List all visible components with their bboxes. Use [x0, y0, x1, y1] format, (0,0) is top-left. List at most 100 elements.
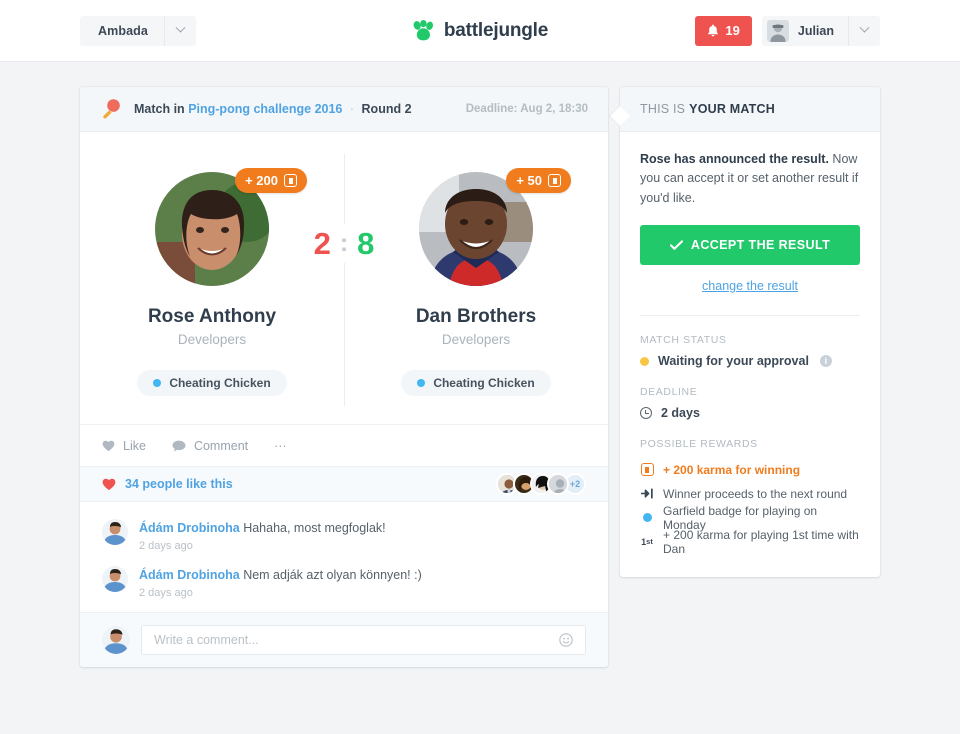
- avatar-julian-image: [766, 19, 789, 42]
- panel-header: THIS IS YOUR MATCH: [620, 87, 880, 132]
- user-menu[interactable]: Julian: [761, 15, 880, 46]
- list-item: Ádám Drobinoha Nem adják azt olyan könny…: [102, 559, 586, 606]
- karma-glyph: [640, 463, 654, 477]
- player-left-karma-value: + 200: [245, 173, 278, 188]
- breadcrumb-separator: ·: [349, 102, 355, 116]
- your-match-panel: THIS IS YOUR MATCH Rose has announced th…: [610, 87, 880, 578]
- like-button[interactable]: Like: [102, 439, 146, 453]
- player-left-badge[interactable]: Cheating Chicken: [137, 370, 287, 396]
- blue-dot-badge-icon: [640, 513, 654, 523]
- chevron-down-icon[interactable]: [163, 15, 196, 46]
- round-label: Round 2: [361, 102, 412, 116]
- comment-timestamp: 2 days ago: [139, 539, 193, 552]
- comment-input-placeholder: Write a comment...: [154, 632, 259, 647]
- karma-icon: [284, 174, 297, 187]
- post-actions-bar: Like Comment ···: [80, 424, 608, 466]
- user-menu-chevron-down-icon[interactable]: [848, 15, 880, 46]
- comment-body: Ádám Drobinoha Nem adják azt olyan könny…: [139, 566, 422, 599]
- list-item: Ádám Drobinoha Hahaha, most megfoglak! 2…: [102, 512, 586, 559]
- player-left-avatar-wrap: + 200: [155, 168, 307, 286]
- likes-count-link[interactable]: 34 people like this: [125, 477, 233, 491]
- user-menu-body[interactable]: Julian: [762, 16, 848, 46]
- comment-button[interactable]: Comment: [172, 439, 248, 453]
- divider: [640, 315, 860, 317]
- notifications-button[interactable]: 19: [695, 15, 752, 46]
- deadline-value: 2 days: [661, 406, 700, 421]
- brand-link[interactable]: battlejungle: [412, 19, 548, 42]
- org-switcher-label: Ambada: [98, 23, 148, 38]
- comment-input[interactable]: Write a comment...: [141, 624, 586, 655]
- avatar-adam-image: [102, 519, 128, 545]
- possible-rewards-label: POSSIBLE REWARDS: [640, 438, 758, 451]
- deadline-label: DEADLINE: [640, 386, 698, 399]
- paw-logo-icon: [413, 19, 433, 40]
- arrow-into-door-glyph: [640, 488, 653, 499]
- comment-body: Ádám Drobinoha Hahaha, most megfoglak! 2…: [139, 519, 386, 552]
- player-right-badge[interactable]: Cheating Chicken: [401, 370, 551, 396]
- player-right-name[interactable]: Dan Brothers: [416, 306, 536, 328]
- match-score: 2 : 8: [307, 224, 381, 263]
- reward-text: + 200 karma for playing 1st time with Da…: [663, 527, 859, 556]
- arrow-into-door-icon: [640, 488, 654, 499]
- speech-bubble-icon: [172, 440, 186, 451]
- avatar-liker-4-image: [549, 475, 567, 493]
- match-card: Match in Ping-pong challenge 2016 · Roun…: [80, 87, 608, 667]
- players-divider: [344, 154, 345, 406]
- bell-icon: [708, 24, 719, 37]
- comment-line: Ádám Drobinoha Hahaha, most megfoglak!: [139, 520, 386, 537]
- avatar[interactable]: [547, 473, 569, 495]
- player-right: + 50 Dan Brothers Developers Cheating Ch…: [344, 168, 608, 396]
- player-left-name[interactable]: Rose Anthony: [148, 306, 276, 328]
- ping-pong-paddle-icon: [103, 99, 120, 119]
- avatar[interactable]: [102, 565, 128, 592]
- comment-line: Ádám Drobinoha Nem adják azt olyan könny…: [139, 567, 422, 584]
- avatar-adam-image: [102, 565, 128, 592]
- info-icon[interactable]: i: [819, 355, 832, 368]
- accept-result-label: ACCEPT THE RESULT: [690, 238, 831, 253]
- avatar: [766, 19, 789, 42]
- score-colon: :: [339, 229, 349, 257]
- accept-result-button[interactable]: ACCEPT THE RESULT: [640, 225, 860, 266]
- chevron-down-glyph: [175, 22, 186, 33]
- comment-text: Nem adják azt olyan könnyen! :): [243, 567, 422, 582]
- comment-author[interactable]: Ádám Drobinoha: [139, 521, 240, 535]
- comments-list: Ádám Drobinoha Hahaha, most megfoglak! 2…: [80, 502, 608, 612]
- list-item: 1st + 200 karma for playing 1st time wit…: [640, 528, 860, 556]
- comment-author[interactable]: Ádám Drobinoha: [139, 568, 240, 582]
- panel-body: Rose has announced the result. Now you c…: [620, 132, 880, 577]
- badge-dot-icon: [417, 379, 426, 387]
- list-item: + 200 karma for winning: [640, 459, 860, 480]
- smiley-icon[interactable]: [559, 633, 573, 647]
- player-right-avatar-wrap: + 50: [419, 168, 571, 286]
- match-status-row: Waiting for your approval i: [640, 354, 860, 368]
- comment-timestamp: 2 days ago: [139, 586, 193, 599]
- panel-header-prefix: THIS IS: [640, 102, 686, 116]
- player-right-karma-badge: + 50: [506, 168, 571, 193]
- notification-count: 19: [725, 23, 740, 38]
- heart-filled-icon: [102, 478, 116, 490]
- more-options-button[interactable]: ···: [274, 439, 287, 453]
- reward-text: + 200 karma for winning: [663, 462, 801, 477]
- player-left-team: Developers: [177, 332, 247, 347]
- blue-dot-glyph: [642, 513, 652, 523]
- player-right-badge-label: Cheating Chicken: [433, 376, 535, 390]
- user-name-label: Julian: [797, 23, 834, 38]
- first-time-icon: 1st: [641, 536, 653, 547]
- karma-icon: [548, 174, 561, 187]
- likes-bar: 34 people like this +2: [80, 466, 608, 502]
- change-result-link[interactable]: change the result: [640, 279, 860, 293]
- comment-text: Hahaha, most megfoglak!: [243, 521, 386, 535]
- panel-header-strong: YOUR MATCH: [689, 102, 775, 116]
- chevron-down-glyph: [859, 22, 870, 33]
- clock-icon: [640, 407, 652, 420]
- like-label: Like: [123, 438, 146, 453]
- player-left: + 200 Rose Anthony Developers Cheating C…: [80, 168, 344, 396]
- check-icon: [669, 239, 683, 250]
- match-deadline-label: Deadline: Aug 2, 18:30: [465, 103, 588, 115]
- top-bar-right: 19 Julian: [695, 15, 880, 46]
- org-switcher[interactable]: Ambada: [80, 15, 196, 46]
- top-navigation-bar: Ambada battlejungle 19 Julian: [0, 0, 960, 62]
- avatar[interactable]: [102, 519, 128, 545]
- challenge-link[interactable]: Ping-pong challenge 2016: [188, 102, 342, 116]
- comment-label: Comment: [193, 438, 249, 453]
